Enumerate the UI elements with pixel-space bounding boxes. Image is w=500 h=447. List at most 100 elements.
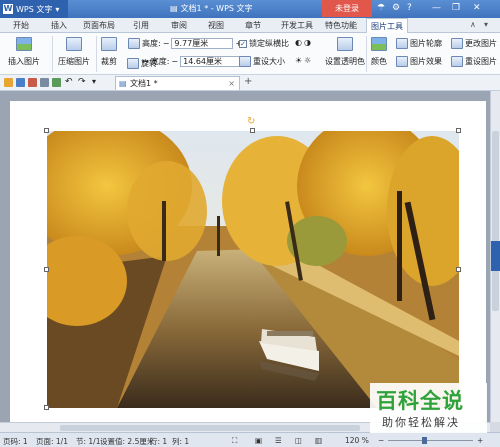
ribbon-divider: [366, 36, 367, 72]
app-menu-button[interactable]: W WPS 文字 ▾: [0, 0, 68, 18]
document-tab[interactable]: ▤ 文档1 * ×: [115, 76, 240, 90]
quick-access-toolbar: ↶ ↷ ▾ ▤ 文档1 * × +: [0, 75, 500, 91]
outline-view-icon[interactable]: ☰: [275, 436, 282, 445]
undo-icon[interactable]: ↶: [65, 77, 73, 87]
contrast-buttons[interactable]: ◐ ◑: [295, 38, 311, 47]
new-tab-icon[interactable]: +: [244, 76, 252, 87]
change-picture-icon: [451, 38, 463, 49]
window-title: ▤ 文档1 * - WPS 文字: [170, 4, 253, 13]
settings-icon[interactable]: ⚙: [392, 3, 400, 13]
ribbon-menu-icon[interactable]: ▾: [484, 20, 488, 29]
width-input[interactable]: 14.64厘米: [180, 56, 243, 67]
resize-handle-left[interactable]: [44, 267, 49, 272]
checkmark-icon: ✓: [239, 39, 247, 48]
redo-icon[interactable]: ↷: [78, 77, 86, 87]
status-section: 节: 1/1: [76, 437, 101, 446]
compress-picture-button[interactable]: 压缩图片: [58, 37, 90, 67]
brightness-increase-icon: ☀: [295, 56, 303, 65]
color-button[interactable]: 颜色: [371, 37, 387, 67]
tab-references[interactable]: 引用: [133, 18, 149, 33]
crop-button[interactable]: 裁剪: [101, 37, 117, 67]
close-tab-icon[interactable]: ×: [228, 77, 235, 90]
page-view-icon[interactable]: ▣: [255, 436, 262, 445]
change-picture-button[interactable]: 更改图片: [451, 38, 497, 49]
full-screen-icon[interactable]: ⛶: [232, 436, 237, 446]
status-bar: 页码: 1 页面: 1/1 节: 1/1 设置值: 2.5厘米 行: 1 列: …: [0, 432, 500, 447]
brightness-decrease-icon: ☼: [304, 56, 312, 65]
insert-picture-button[interactable]: 插入图片: [8, 37, 40, 67]
lock-ratio-checkbox[interactable]: ✓ 锁定纵横比: [239, 38, 289, 49]
transparent-color-icon: [337, 37, 353, 51]
brightness-buttons[interactable]: ☀ ☼: [295, 56, 311, 65]
reset-picture-button[interactable]: 重设图片: [451, 56, 497, 67]
height-control: 高度: − 9.77厘米 +: [128, 38, 242, 49]
rotate-handle-icon[interactable]: ↻: [247, 116, 255, 127]
vertical-scroll-thumb[interactable]: [492, 131, 499, 311]
width-decrease-button[interactable]: −: [171, 57, 178, 66]
tab-view[interactable]: 视图: [208, 18, 224, 33]
insert-picture-icon: [16, 37, 32, 51]
zoom-slider[interactable]: [388, 440, 473, 441]
picture-effect-button[interactable]: 图片效果: [396, 56, 442, 67]
outline-icon: [396, 38, 408, 49]
watermark-title: 百科全说: [376, 389, 464, 413]
side-panel-tab[interactable]: [491, 241, 500, 271]
status-setting: 设置值: 2.5厘米: [100, 437, 155, 446]
zoom-level[interactable]: 120 %: [345, 436, 369, 445]
print-icon[interactable]: [40, 78, 49, 87]
minimize-button[interactable]: —: [432, 3, 441, 13]
help-icon[interactable]: ?: [407, 3, 412, 13]
height-decrease-button[interactable]: −: [163, 39, 170, 48]
status-row: 行: 1: [150, 437, 168, 446]
resize-handle-top[interactable]: [250, 128, 255, 133]
picture-tools-ribbon: 插入图片 压缩图片 裁剪 旋转 高度: − 9.77厘米 + ↔ 宽度: − 1…: [0, 33, 500, 75]
tab-special-features[interactable]: 特色功能: [325, 18, 357, 33]
title-bar: W WPS 文字 ▾ ▤ 文档1 * - WPS 文字 未登录 ☂ ⚙ ? — …: [0, 0, 500, 18]
set-transparent-color-button[interactable]: 设置透明色: [325, 37, 365, 67]
color-icon: [371, 37, 387, 51]
tab-page-layout[interactable]: 页面布局: [83, 18, 115, 33]
customize-toolbar-icon[interactable]: ▾: [92, 77, 96, 86]
ribbon-tab-bar: 开始 插入 页面布局 引用 审阅 视图 章节 开发工具 特色功能 图片工具 ∧ …: [0, 18, 500, 34]
tab-home[interactable]: 开始: [13, 18, 29, 33]
maximize-button[interactable]: ❐: [452, 3, 460, 13]
ribbon-divider: [52, 36, 53, 72]
reading-view-icon[interactable]: ▥: [315, 436, 322, 445]
horizontal-scroll-thumb[interactable]: [60, 425, 360, 431]
skin-icon[interactable]: ☂: [377, 3, 385, 13]
close-button[interactable]: ✕: [473, 3, 481, 13]
picture-outline-button[interactable]: 图片轮廓: [396, 38, 442, 49]
document-icon: ▤: [170, 4, 178, 13]
wps-logo-icon: W: [3, 4, 13, 14]
height-input[interactable]: 9.77厘米: [171, 38, 234, 49]
zoom-slider-thumb[interactable]: [422, 437, 427, 444]
vertical-scrollbar[interactable]: [490, 91, 500, 422]
resize-handle-top-right[interactable]: [456, 128, 461, 133]
open-icon[interactable]: [4, 78, 13, 87]
selected-picture[interactable]: [47, 131, 459, 408]
app-name: WPS 文字: [16, 4, 53, 14]
ribbon-divider: [96, 36, 97, 72]
zoom-in-button[interactable]: +: [477, 436, 483, 445]
tab-review[interactable]: 审阅: [171, 18, 187, 33]
web-view-icon[interactable]: ◫: [295, 436, 302, 445]
height-icon: [128, 38, 140, 49]
ribbon-collapse-icon[interactable]: ∧: [470, 20, 476, 29]
resize-handle-right[interactable]: [456, 267, 461, 272]
print-preview-icon[interactable]: [52, 78, 61, 87]
tab-developer[interactable]: 开发工具: [281, 18, 313, 33]
resize-handle-bottom-left[interactable]: [44, 405, 49, 410]
zoom-out-button[interactable]: −: [378, 436, 384, 445]
reset-size-button[interactable]: 重设大小: [239, 56, 285, 67]
tab-picture-tools[interactable]: 图片工具: [366, 18, 408, 34]
export-pdf-icon[interactable]: [28, 78, 37, 87]
resize-handle-top-left[interactable]: [44, 128, 49, 133]
tab-chapter[interactable]: 章节: [245, 18, 261, 33]
width-control: ↔ 宽度: − 14.64厘米 +: [128, 56, 251, 67]
save-icon[interactable]: [16, 78, 25, 87]
login-button[interactable]: 未登录: [322, 0, 372, 17]
tab-insert[interactable]: 插入: [51, 18, 67, 33]
contrast-increase-icon: ◐: [295, 38, 302, 47]
reset-picture-icon: [451, 56, 463, 67]
chevron-down-icon: ▾: [55, 4, 60, 14]
